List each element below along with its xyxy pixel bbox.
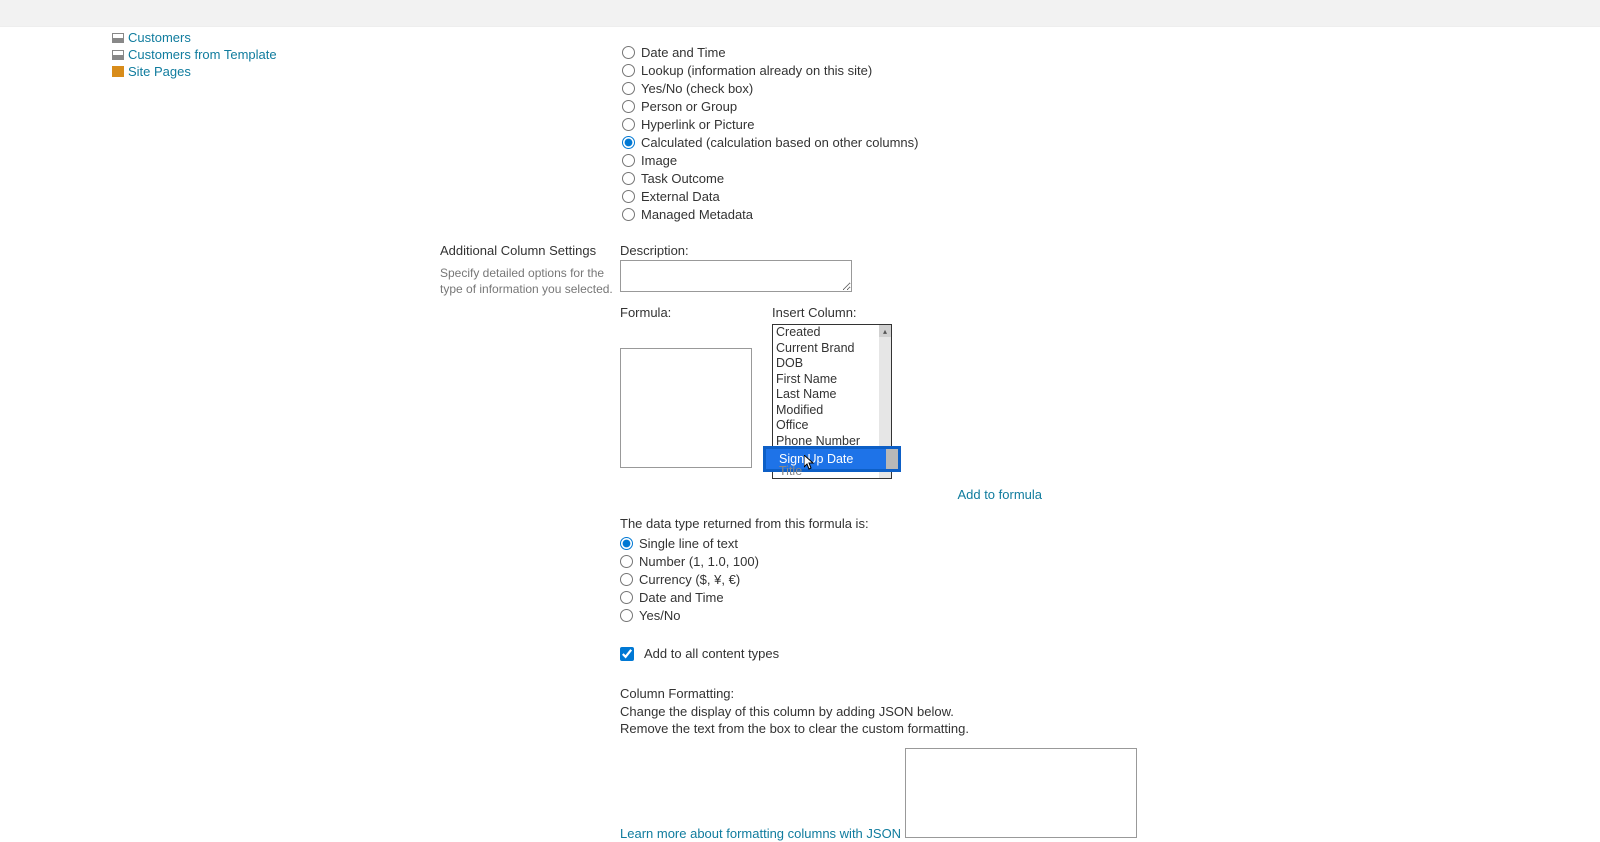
list-icon xyxy=(112,50,124,60)
column-formatting-section: Column Formatting: Change the display of… xyxy=(620,685,1600,842)
radio-label: Date and Time xyxy=(641,45,726,60)
insert-column-listbox[interactable]: ▴ Created Current Brand DOB First Name L… xyxy=(772,324,892,479)
radio-label: Person or Group xyxy=(641,99,737,114)
radio-lookup[interactable] xyxy=(622,64,635,77)
page-icon xyxy=(112,66,124,77)
return-type-label: The data type returned from this formula… xyxy=(620,516,1600,531)
sidebar-item-customers-template[interactable]: Customers from Template xyxy=(112,47,300,62)
list-item[interactable]: Title xyxy=(776,464,805,480)
radio-return-yesno[interactable] xyxy=(620,609,633,622)
radio-return-text[interactable] xyxy=(620,537,633,550)
checkbox-label: Add to all content types xyxy=(644,646,779,661)
top-bar xyxy=(0,0,1600,27)
sidebar-item-label: Customers xyxy=(128,30,191,45)
formula-textarea[interactable] xyxy=(620,348,752,468)
radio-label: Hyperlink or Picture xyxy=(641,117,754,132)
column-formatting-learn-more-link[interactable]: Learn more about formatting columns with… xyxy=(620,826,901,841)
section-subtitle: Specify detailed options for the type of… xyxy=(440,266,620,297)
add-to-formula-link[interactable]: Add to formula xyxy=(772,487,1042,502)
radio-label: Image xyxy=(641,153,677,168)
radio-row-currency-partial xyxy=(622,26,1600,43)
main-content: Currency ($, ¥, €) Date and Time Lookup … xyxy=(300,27,1600,842)
radio-person[interactable] xyxy=(622,100,635,113)
radio-image[interactable] xyxy=(622,154,635,167)
column-formatting-title: Column Formatting: xyxy=(620,685,1600,703)
radio-label: Number (1, 1.0, 100) xyxy=(639,554,759,569)
list-item[interactable]: Modified xyxy=(773,403,891,419)
scroll-thumb[interactable] xyxy=(886,449,898,470)
radio-task-outcome[interactable] xyxy=(622,172,635,185)
radio-hyperlink[interactable] xyxy=(622,118,635,131)
add-all-content-types-row: Add to all content types xyxy=(620,646,1600,661)
insert-list: Created Current Brand DOB First Name Las… xyxy=(773,325,891,449)
description-label: Description: xyxy=(620,243,1600,258)
sidebar-item-label: Site Pages xyxy=(128,64,191,79)
column-type-radios: Date and Time Lookup (information alread… xyxy=(622,26,1600,223)
formula-label: Formula: xyxy=(620,305,752,320)
sidebar-item-label: Customers from Template xyxy=(128,47,277,62)
radio-return-number[interactable] xyxy=(620,555,633,568)
json-formatting-textarea[interactable] xyxy=(905,748,1137,838)
section-right: Description: Formula: Insert Column: ▴ xyxy=(620,243,1600,842)
list-item[interactable]: First Name xyxy=(773,372,891,388)
radio-date-time[interactable] xyxy=(622,46,635,59)
radio-managed-metadata[interactable] xyxy=(622,208,635,221)
page-body: Blank List Example Customers Customers f… xyxy=(0,27,1600,842)
radio-label: Task Outcome xyxy=(641,171,724,186)
sidebar-item-customers[interactable]: Customers xyxy=(112,30,300,45)
radio-calculated[interactable] xyxy=(622,136,635,149)
list-item[interactable]: Office xyxy=(773,418,891,434)
list-item[interactable]: DOB xyxy=(773,356,891,372)
additional-settings-section: Additional Column Settings Specify detai… xyxy=(300,243,1600,842)
radio-label: Managed Metadata xyxy=(641,207,753,222)
sidebar-item-site-pages[interactable]: Site Pages xyxy=(112,64,300,79)
radio-label: Yes/No (check box) xyxy=(641,81,753,96)
section-title: Additional Column Settings xyxy=(440,243,620,258)
radio-label: Single line of text xyxy=(639,536,738,551)
radio-label: External Data xyxy=(641,189,720,204)
list-item[interactable]: Created xyxy=(773,325,891,341)
radio-label: Yes/No xyxy=(639,608,680,623)
column-formatting-line1: Change the display of this column by add… xyxy=(620,703,1600,721)
list-item[interactable]: Current Brand xyxy=(773,341,891,357)
radio-label: Lookup (information already on this site… xyxy=(641,63,872,78)
description-textarea[interactable] xyxy=(620,260,852,292)
sidebar: Blank List Example Customers Customers f… xyxy=(0,27,300,842)
radio-return-datetime[interactable] xyxy=(620,591,633,604)
sidebar-item-cutoff[interactable]: Blank List Example xyxy=(112,27,300,28)
radio-external-data[interactable] xyxy=(622,190,635,203)
list-item[interactable]: Last Name xyxy=(773,387,891,403)
radio-label: Currency ($, ¥, €) xyxy=(639,572,740,587)
list-icon xyxy=(112,33,124,43)
add-all-content-types-checkbox[interactable] xyxy=(620,647,634,661)
radio-label: Calculated (calculation based on other c… xyxy=(641,135,919,150)
column-formatting-line2: Remove the text from the box to clear th… xyxy=(620,720,1600,738)
radio-yesno[interactable] xyxy=(622,82,635,95)
radio-label: Date and Time xyxy=(639,590,724,605)
radio-return-currency[interactable] xyxy=(620,573,633,586)
insert-column-label: Insert Column: xyxy=(772,305,1042,320)
